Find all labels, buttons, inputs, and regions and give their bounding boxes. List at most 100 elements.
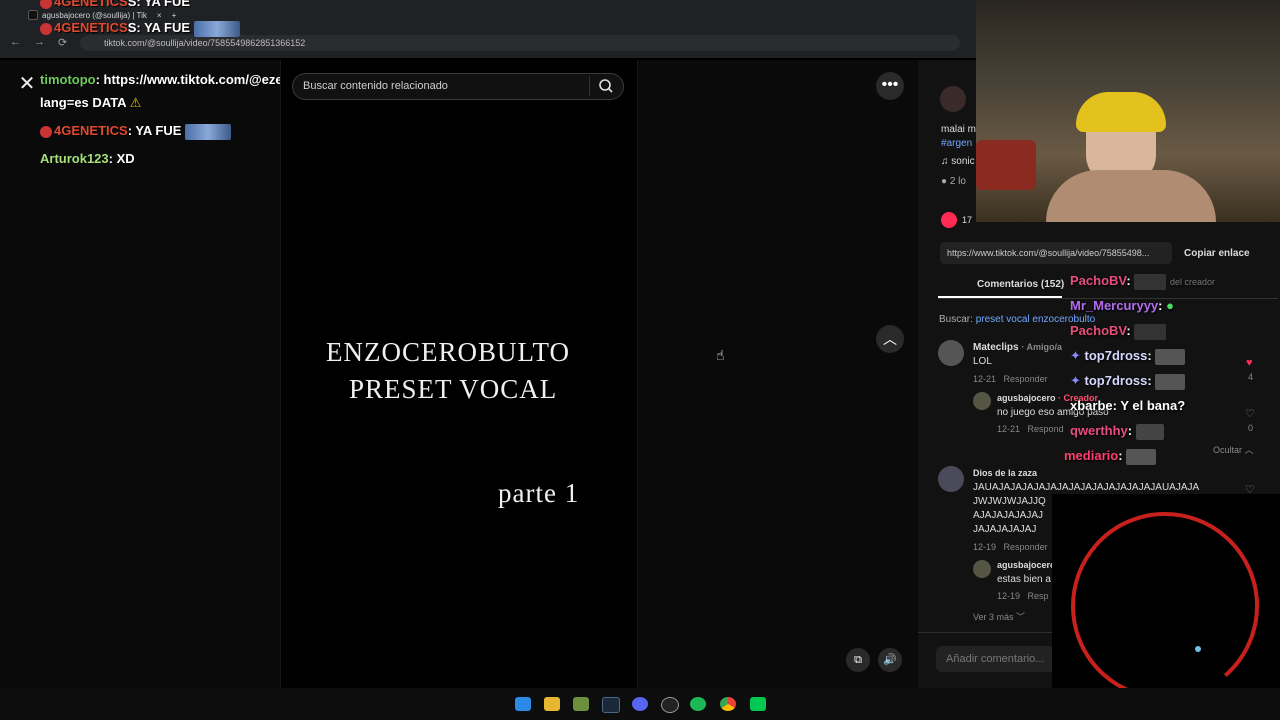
close-icon[interactable]: ✕ — [16, 73, 38, 95]
chat-emote — [185, 123, 232, 140]
chat-line: ✦ top7dross: — [1070, 348, 1186, 365]
tab-title: agusbajocero (@soullija) | Tik — [42, 10, 147, 20]
comment-meta: 12-19 Resp — [997, 591, 1049, 601]
ghost-label: del creador — [1169, 277, 1215, 287]
obs-icon[interactable] — [661, 697, 679, 713]
chat-line: ✦ top7dross: — [1070, 373, 1186, 390]
chrome-icon[interactable] — [720, 697, 736, 711]
comment-like-icon[interactable]: ♡ — [1245, 407, 1255, 420]
reply-button[interactable]: Responder — [1004, 374, 1048, 384]
comment-text: LOL — [973, 356, 992, 367]
chat-line: PachoBV: — [1070, 323, 1167, 340]
reply-button[interactable]: Resp — [1028, 591, 1049, 601]
sound-label[interactable]: ♫ sonic — [941, 156, 975, 167]
reply-button[interactable]: Respond — [1028, 424, 1064, 434]
see-more-replies-button[interactable]: Ver 3 más ﹀ — [973, 610, 1025, 623]
chat-line: qwerthhy: — [1070, 423, 1164, 440]
comment-meta: 12-21 Respond — [997, 424, 1064, 434]
comment-like-count: 4 — [1248, 372, 1254, 382]
address-bar[interactable]: tiktok.com/@soullija/video/7585549862851… — [80, 35, 960, 51]
tab-close-icon[interactable]: × — [157, 11, 162, 20]
comment-meta: 12-21 Responder — [973, 374, 1048, 384]
chat-username: top7dross — [1084, 373, 1148, 388]
chat-emote — [1134, 273, 1167, 290]
spotify-icon[interactable] — [690, 697, 706, 711]
chat-badge-icon: ✦ — [1070, 348, 1081, 363]
chat-emote — [1155, 373, 1186, 390]
heart-icon[interactable] — [941, 212, 957, 228]
chat-username: mediario — [1064, 448, 1119, 463]
reload-icon[interactable]: ⟳ — [58, 36, 67, 49]
caption-user: malai m — [941, 124, 977, 135]
add-comment-placeholder: Añadir comentario... — [946, 653, 1045, 665]
volume-icon[interactable]: 🔊 — [878, 648, 902, 672]
comment-text: JAJAJAJAJAJ — [973, 524, 1037, 535]
back-icon[interactable]: ← — [10, 36, 21, 48]
streamer-body — [1046, 170, 1216, 222]
new-tab-icon[interactable]: + — [172, 11, 177, 20]
forward-icon[interactable]: → — [34, 36, 45, 48]
chat-username: Mr_Mercuryyy — [1070, 298, 1159, 313]
chat-username: 4GENETICS — [54, 123, 128, 138]
search-divider — [589, 76, 590, 96]
webcam-feed — [976, 0, 1280, 222]
comment-user[interactable]: Mateclips · Amigo/a — [973, 342, 1062, 353]
file-explorer-icon[interactable] — [544, 697, 560, 711]
video-title-line1: ENZOCEROBULTO — [326, 337, 571, 367]
avatar[interactable] — [973, 392, 991, 410]
chat-line: Mr_Mercuryyy: ● — [1070, 298, 1174, 313]
comment-like-icon[interactable]: ♥ — [1246, 357, 1253, 369]
chat-line: xbarbe: Y el bana? — [1070, 398, 1186, 413]
search-icon[interactable] — [598, 78, 614, 94]
chat-emote — [1135, 423, 1164, 440]
chat-line: Arturok123: XD — [40, 151, 135, 166]
minecraft-icon[interactable] — [573, 697, 589, 711]
chat-badge-icon — [40, 0, 52, 9]
streamer-beanie — [1076, 92, 1166, 132]
search-placeholder: Buscar contenido relacionado — [303, 80, 448, 92]
video-link: https://www.tiktok.com/@soullija/video/7… — [947, 248, 1150, 258]
chat-message: : XD — [108, 151, 135, 166]
video-title-line3: parte 1 — [498, 478, 580, 508]
comment-text: estas bien a — [997, 574, 1051, 585]
steam-icon[interactable] — [602, 697, 620, 713]
copy-link-button[interactable]: Copiar enlace — [1184, 248, 1250, 259]
chat-username: PachoBV — [1070, 273, 1127, 288]
windows-start-icon[interactable] — [515, 697, 531, 711]
avatar[interactable] — [940, 86, 966, 112]
chat-badge-icon — [40, 125, 52, 138]
warning-emote-icon: ⚠ — [129, 95, 142, 110]
chat-emote — [1155, 348, 1186, 365]
chat-emote — [1134, 323, 1167, 340]
emote-icon: ● — [1166, 298, 1174, 313]
discord-icon[interactable] — [632, 697, 648, 711]
chat-emote — [193, 20, 240, 37]
chat-line-ghost: 4GENETICSS: YA FUE — [40, 0, 190, 9]
kick-icon[interactable] — [750, 697, 766, 711]
hide-replies-button[interactable]: Ocultar ︿ — [1213, 443, 1254, 456]
avatar[interactable] — [938, 466, 964, 492]
chat-line: lang=es DATA ⚠ — [40, 95, 141, 111]
avatar[interactable] — [938, 340, 964, 366]
tab-comments[interactable]: Comentarios (152) — [977, 279, 1064, 290]
chat-emote — [1126, 448, 1157, 465]
likes-count: 17 — [962, 215, 973, 225]
picture-in-picture-icon[interactable]: ⧉ — [846, 648, 870, 672]
more-options-icon[interactable]: ••• — [876, 72, 904, 100]
comment-user[interactable]: Dios de la zaza — [973, 468, 1037, 478]
chat-line: 4GENETICS: YA FUE — [40, 123, 232, 140]
avatar[interactable] — [973, 560, 991, 578]
chat-line: PachoBV: del creador — [1070, 273, 1215, 290]
comment-text: JWJWJWJAJJQ — [973, 496, 1046, 507]
chat-username: timotopo — [40, 72, 96, 87]
caption-hashtag[interactable]: #argen — [941, 138, 972, 149]
chat-username: PachoBV — [1070, 323, 1127, 338]
chat-line: mediario: — [1064, 448, 1157, 465]
comment-user[interactable]: agusbajocero — [997, 560, 1056, 570]
reply-button[interactable]: Responder — [1004, 542, 1048, 552]
chevron-up-icon[interactable]: ︿ — [876, 325, 904, 353]
chat-username: qwerthhy — [1070, 423, 1128, 438]
chat-message: lang=es DATA — [40, 95, 127, 110]
likes-small: ● 2 lo — [941, 176, 966, 187]
chat-username: Arturok123 — [40, 151, 109, 166]
